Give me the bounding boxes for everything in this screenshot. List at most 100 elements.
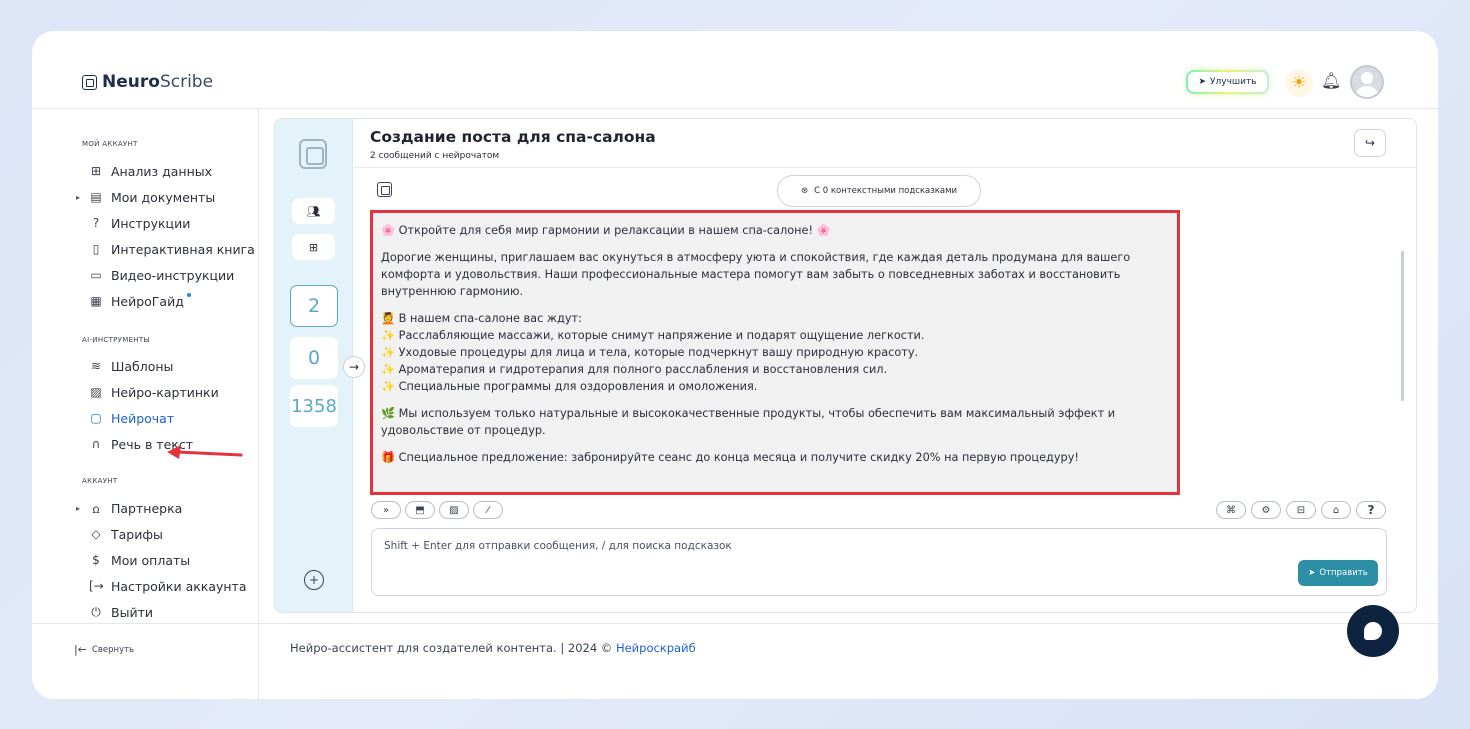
footer-brand-link[interactable]: Нейроскрайб (616, 641, 696, 655)
collapse-chevrons-icon[interactable]: » (371, 501, 401, 519)
chat-title: Создание поста для спа-салона (370, 128, 656, 146)
grid-icon[interactable]: ⊞ (292, 234, 335, 260)
collapse-icon: |← (74, 643, 87, 656)
footer-copyright: Нейро-ассистент для создателей контента.… (290, 641, 616, 655)
sidebar-item-label: НейроГайд (111, 293, 184, 309)
token-counter[interactable]: 1358 (290, 385, 338, 427)
chat-scrollbar[interactable] (1401, 251, 1404, 401)
add-chat-icon[interactable]: + (304, 570, 324, 590)
sidebar-item-instructions[interactable]: ? Инструкции (82, 214, 191, 232)
chat-rail: 👥︎ ⊞ 2 0 1358 + (275, 119, 353, 612)
sidebar-item-account-settings[interactable]: [→ Настройки аккаунта (82, 577, 247, 595)
caret-right-icon: ▸ (76, 192, 81, 202)
sidebar-item-label: Видео-инструкции (111, 267, 235, 283)
grid-icon: ⊞ (90, 164, 102, 178)
video-icon: ▭ (90, 268, 102, 282)
bell-icon[interactable]: 🔔︎ (1321, 71, 1341, 90)
layout-icon[interactable]: ⊟ (1286, 501, 1316, 519)
sidebar-item-my-payments[interactable]: $ Мои оплаты (82, 551, 190, 569)
sidebar-item-video-instructions[interactable]: ▭ Видео-инструкции (82, 266, 234, 284)
guide-icon: ▦ (90, 294, 102, 308)
sidebar-item-label: Тарифы (111, 526, 163, 542)
caret-right-icon: ▸ (76, 503, 81, 513)
logo-icon (82, 74, 97, 90)
dollar-icon: $ (92, 553, 100, 567)
users-icon[interactable]: 👥︎ (292, 198, 335, 224)
login-icon: [→ (89, 579, 104, 593)
composer-tools-right: ⌘ ⚙ ⊟ ⌂ ? (1216, 501, 1386, 519)
plugin-icon[interactable]: ⌘ (1216, 501, 1246, 519)
download-icon[interactable]: ⬒ (405, 501, 435, 519)
image-upload-icon[interactable]: ▨ (439, 501, 469, 519)
sidebar-item-label: Инструкции (111, 215, 191, 231)
composer-tools-left: » ⬒ ▨ ⁄ (371, 501, 503, 519)
message-list-item: ✨ Уходовые процедуры для лица и тела, ко… (381, 346, 919, 359)
share-button[interactable]: ↪ (1354, 129, 1386, 157)
document-icon: ▤ (90, 190, 102, 204)
help-icon[interactable]: ? (1356, 501, 1386, 519)
message-line: 🌸 Откройте для себя мир гармонии и релак… (381, 224, 831, 237)
sidebar-item-label: Интерактивная книга (111, 241, 255, 257)
sidebar-item-my-documents[interactable]: ▸ ▤ Мои документы (76, 188, 215, 206)
sidebar-item-label: Нейро-картинки (111, 384, 219, 400)
settings-icon[interactable]: ⚙ (1251, 501, 1281, 519)
message-input-placeholder: Shift + Enter для отправки сообщения, / … (384, 540, 732, 552)
context-counter[interactable]: 0 (290, 337, 338, 379)
rail-logo-icon (299, 139, 327, 169)
headphones-icon: ∩ (91, 437, 101, 451)
app-card: NeuroScribe ➤ Улучшить ☀ 🔔︎ МОЙ АККАУНТ … (32, 31, 1438, 699)
section-title-ai-tools: AI-ИНСТРУМЕНТЫ (82, 336, 150, 344)
sidebar-item-label: Шаблоны (111, 358, 174, 374)
collapse-sidebar-button[interactable]: |← Свернуть (74, 643, 134, 656)
support-chat-icon[interactable] (1347, 605, 1399, 657)
sidebar-item-label: Нейрочат (111, 410, 175, 426)
footer-text: Нейро-ассистент для создателей контента.… (290, 641, 696, 655)
message-list-item: ✨ Расслабляющие массажи, которые снимут … (381, 329, 925, 342)
sidebar-item-label: Мои оплаты (111, 552, 191, 568)
logo[interactable]: NeuroScribe (82, 72, 213, 92)
context-hints-pill[interactable]: ⊛ С 0 контекстными подсказками (777, 175, 981, 207)
hint-icon: ⊛ (800, 186, 809, 196)
message-list-item: ✨ Специальные программы для оздоровления… (381, 380, 758, 393)
expand-arrow-icon[interactable]: → (343, 356, 365, 378)
sidebar-item-logout[interactable]: ⏻ Выйти (82, 603, 153, 621)
magic-wand-icon[interactable]: ⁄ (473, 501, 503, 519)
send-label: Отправить (1319, 568, 1368, 578)
sidebar-item-neuroguide[interactable]: ▦ НейроГайд (82, 292, 191, 310)
logo-bold: Neuro (102, 72, 160, 92)
upgrade-button[interactable]: ➤ Улучшить (1186, 70, 1269, 94)
theme-toggle-sun-icon[interactable]: ☀ (1285, 69, 1313, 97)
message-input[interactable]: Shift + Enter для отправки сообщения, / … (371, 528, 1387, 596)
logo-rest: Scribe (159, 72, 214, 92)
send-button[interactable]: ➤ Отправить (1298, 560, 1378, 586)
chat-panel: 👥︎ ⊞ 2 0 1358 + → Создание поста для спа… (274, 118, 1417, 613)
section-title-my-account: МОЙ АККАУНТ (82, 140, 138, 148)
chat-subtitle: 2 сообщений с нейрочатом (370, 151, 500, 161)
sidebar-item-partners[interactable]: ▸ ꭥ Партнерка (76, 499, 183, 517)
red-arrow-annotation (167, 445, 243, 459)
sidebar-item-tariffs[interactable]: ◇ Тарифы (82, 525, 163, 543)
chat-icon: ▢ (90, 411, 102, 425)
message-list-title: 💆 В нашем спа-салоне вас ждут: (381, 312, 582, 325)
sidebar-item-interactive-book[interactable]: ▯ Интерактивная книга (82, 240, 255, 258)
power-icon: ⏻ (91, 604, 101, 619)
sidebar-item-neurochat[interactable]: ▢ Нейрочат (82, 409, 174, 427)
new-dot-badge (186, 293, 191, 297)
assistant-message: 🌸 Откройте для себя мир гармонии и релак… (370, 210, 1180, 495)
sidebar-item-neuro-images[interactable]: ▨ Нейро-картинки (82, 383, 219, 401)
sidebar: МОЙ АККАУНТ ⊞ Анализ данных ▸ ▤ Мои доку… (32, 109, 259, 699)
send-icon: ➤ (1308, 568, 1316, 578)
upgrade-label: Улучшить (1210, 77, 1257, 87)
message-list-item: ✨ Ароматерапия и гидротерапия для полног… (381, 363, 888, 376)
robot-icon[interactable]: ⌂ (1321, 501, 1351, 519)
tag-icon: ◇ (91, 527, 101, 541)
sidebar-item-label: Партнерка (111, 500, 183, 516)
sidebar-item-data-analysis[interactable]: ⊞ Анализ данных (82, 162, 212, 180)
sidebar-item-label: Анализ данных (111, 163, 213, 179)
sidebar-item-label: Настройки аккаунта (111, 578, 247, 594)
rocket-icon: ➤ (1198, 77, 1207, 87)
avatar[interactable] (1350, 65, 1384, 99)
message-counter[interactable]: 2 (290, 285, 338, 327)
top-bar: NeuroScribe ➤ Улучшить ☀ 🔔︎ (32, 31, 1438, 109)
sidebar-item-templates[interactable]: ≋ Шаблоны (82, 357, 173, 375)
